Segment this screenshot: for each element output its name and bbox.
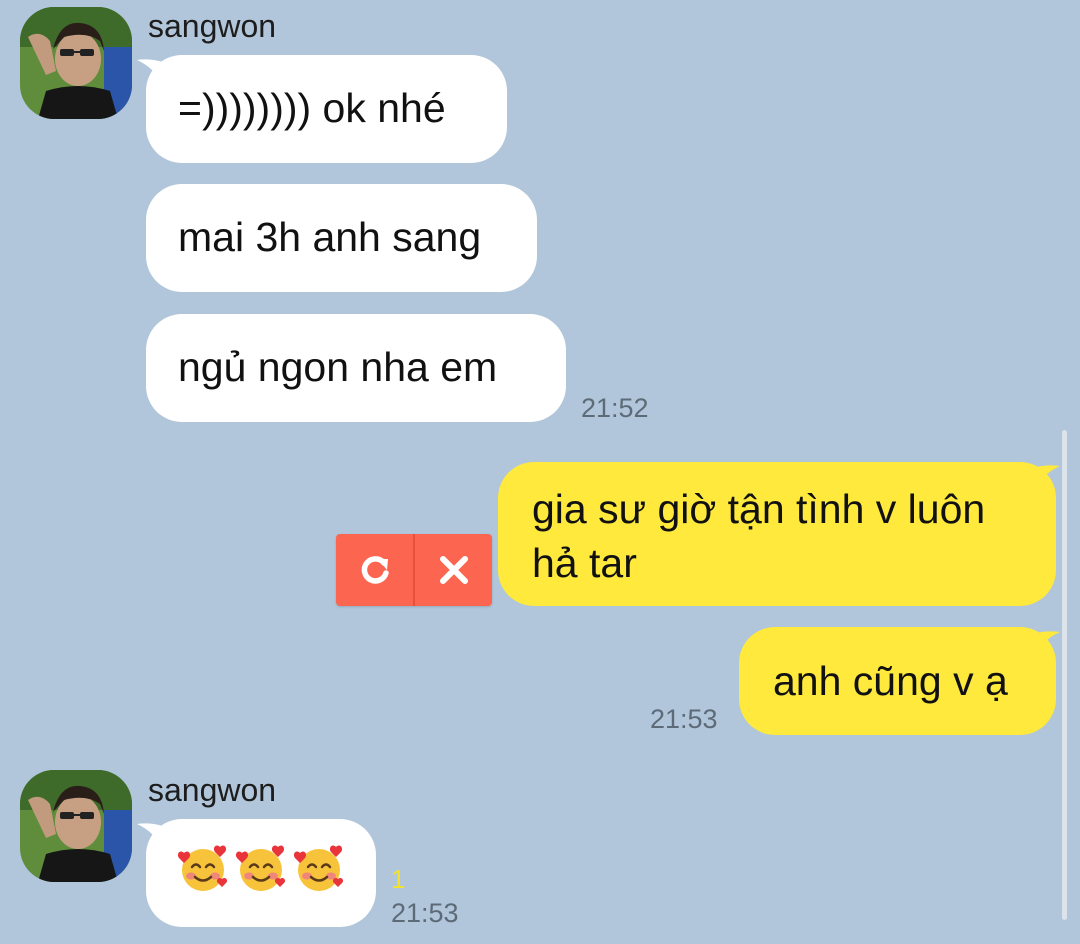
message-bubble[interactable]: mai 3h anh sang	[146, 184, 537, 292]
message-bubble[interactable]: =)))))))) ok nhé	[146, 55, 507, 163]
message-text: mai 3h anh sang	[178, 214, 482, 260]
retry-icon	[361, 556, 389, 584]
message-timestamp: 21:53	[650, 704, 718, 734]
message-text: =)))))))) ok nhé	[178, 85, 446, 131]
message-bubble[interactable]	[146, 819, 376, 927]
message-text-line: hả tar	[532, 540, 637, 586]
message-timestamp: 21:52	[581, 393, 649, 423]
message-bubble[interactable]: ngủ ngon nha em	[146, 314, 566, 422]
smiling-face-with-hearts-emoji	[293, 845, 344, 891]
message-text-line: gia sư giờ tận tình v luôn	[532, 486, 986, 532]
avatar-photo	[20, 7, 132, 119]
sender-avatar[interactable]	[20, 770, 132, 882]
delete-button[interactable]	[413, 534, 492, 606]
avatar-photo	[20, 770, 132, 882]
smiling-face-with-hearts-emoji	[235, 845, 286, 891]
unread-count: 1	[391, 864, 406, 894]
close-icon	[439, 556, 468, 584]
failed-message-actions	[336, 534, 492, 606]
smiling-face-with-hearts-emoji	[177, 845, 228, 891]
scrollbar[interactable]	[1062, 430, 1067, 920]
message-text: anh cũng v ạ	[773, 658, 1008, 704]
message-bubble[interactable]: anh cũng v ạ	[739, 627, 1056, 735]
message-timestamp: 21:53	[391, 898, 459, 928]
message-bubble[interactable]: gia sư giờ tận tình v luôn hả tar	[498, 462, 1056, 606]
retry-button[interactable]	[336, 534, 413, 606]
sender-avatar[interactable]	[20, 7, 132, 119]
message-text: ngủ ngon nha em	[178, 344, 498, 390]
emoji-row	[176, 841, 346, 895]
sender-name: sangwon	[148, 772, 277, 808]
sender-name: sangwon	[148, 8, 277, 44]
